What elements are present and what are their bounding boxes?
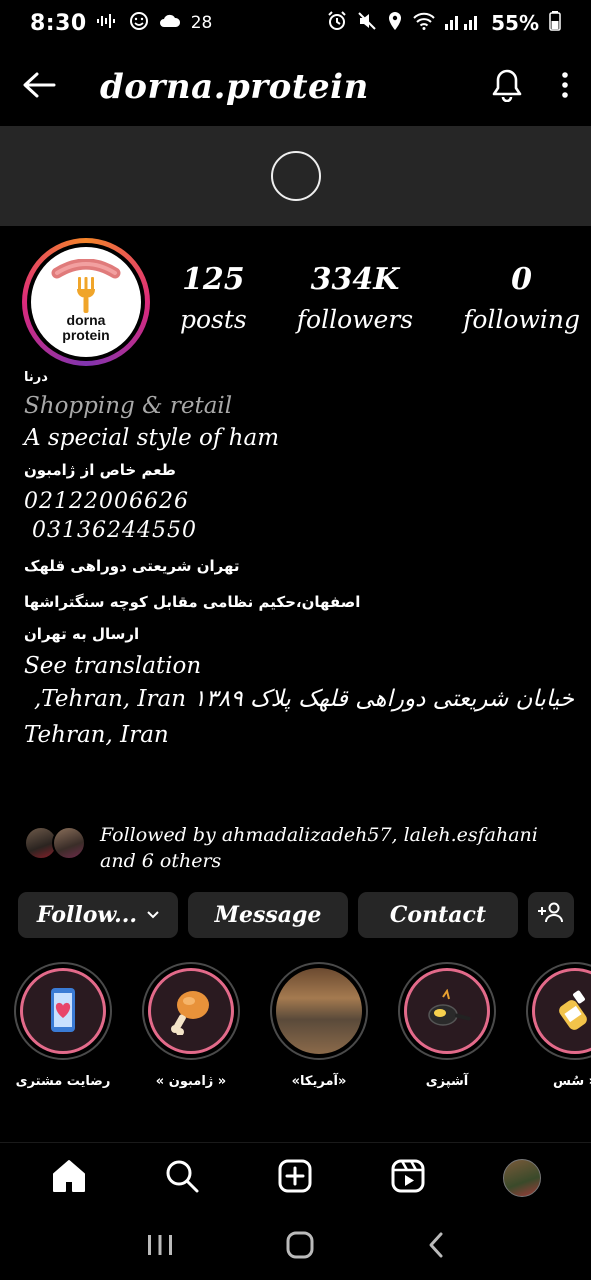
story-highlights: رضایت مشتری « ژامبون » «آمریکا» آشپزی « …: [0, 962, 591, 1102]
status-time: 8:30: [30, 10, 87, 36]
bio-line-english: A special style of ham: [24, 425, 279, 451]
highlight-label: رضایت مشتری: [15, 1074, 111, 1089]
brand-logo: dorna protein: [31, 247, 141, 357]
wifi-icon: [413, 12, 435, 35]
location-icon: [387, 11, 403, 36]
reels-icon[interactable]: [390, 1158, 426, 1198]
phone-heart-icon: [20, 968, 106, 1054]
see-translation-link[interactable]: See translation: [24, 653, 574, 679]
message-button[interactable]: Message: [188, 892, 348, 938]
highlight-label: آشپزی: [425, 1074, 469, 1089]
chevron-down-icon: [147, 907, 159, 923]
back-arrow-icon[interactable]: [22, 71, 56, 103]
drumstick-icon: [148, 968, 234, 1054]
bell-icon[interactable]: [491, 68, 523, 106]
sausage-fork-icon: [51, 259, 121, 313]
stat-followers[interactable]: 334K followers: [297, 262, 413, 334]
logo-text-line1: dorna: [66, 312, 106, 328]
pan-icon: [404, 968, 490, 1054]
add-person-icon: [538, 901, 564, 929]
profile-username: dorna.protein: [100, 67, 369, 107]
stat-posts[interactable]: 125 posts: [180, 262, 247, 334]
following-dropdown-button[interactable]: Follow...: [18, 892, 178, 938]
followed-by[interactable]: Followed by ahmadalizadeh57, laleh.esfah…: [24, 822, 569, 874]
battery-icon: [549, 10, 561, 36]
mute-icon: [357, 11, 377, 36]
emoji-icon: [129, 11, 149, 36]
logo-text-line2: protein: [62, 327, 110, 343]
bio-line-persian: طعم خاص از ژامبون: [24, 461, 176, 479]
sauce-bottle-icon: [532, 968, 591, 1054]
bio-phone-2[interactable]: 03136244550: [24, 518, 574, 543]
contact-button-label: Contact: [389, 902, 487, 928]
status-bar: 8:30 28 55%: [0, 0, 591, 46]
bio-phone-1[interactable]: 02122006626: [24, 489, 574, 514]
highlight-item[interactable]: «آمریکا»: [264, 962, 374, 1089]
stat-following[interactable]: 0 following: [463, 262, 580, 334]
profile-stats: 125 posts 334K followers 0 following: [180, 262, 580, 334]
highlight-item[interactable]: آشپزی: [392, 962, 502, 1089]
recent-apps-icon[interactable]: [146, 1233, 174, 1261]
search-icon[interactable]: [164, 1158, 200, 1198]
message-button-label: Message: [214, 902, 322, 928]
temperature-text: 28: [190, 13, 213, 33]
voice-icon: [96, 12, 119, 34]
back-icon[interactable]: [426, 1231, 446, 1263]
followers-count: 334K: [310, 262, 400, 297]
profile-actions: Follow... Message Contact: [18, 892, 574, 938]
mutual-avatar-2: [52, 826, 86, 860]
followed-by-line-1: Followed by ahmadalizadeh57, laleh.esfah…: [100, 824, 538, 846]
suggested-accounts-button[interactable]: [528, 892, 574, 938]
profile-header: dorna.protein: [0, 52, 591, 122]
followed-by-line-2: and 6 others: [100, 850, 222, 872]
create-post-icon[interactable]: [277, 1158, 313, 1198]
highlight-label: « سُس: [552, 1074, 591, 1089]
bio-address-isfahan: اصفهان،حکیم نظامی مقابل کوچه سنگتراشها: [24, 593, 361, 611]
bio-delivery: ارسال به تهران: [24, 625, 140, 643]
alarm-icon: [327, 10, 347, 36]
followers-label: followers: [296, 305, 414, 334]
highlight-label: «آمریکا»: [291, 1074, 347, 1089]
mutual-followers-avatars: [24, 822, 90, 862]
follow-button-label: Follow...: [36, 902, 138, 928]
following-count: 0: [511, 262, 532, 297]
posts-label: posts: [180, 305, 247, 334]
contact-button[interactable]: Contact: [358, 892, 518, 938]
highlight-label: « ژامبون »: [155, 1074, 227, 1089]
loading-banner: [0, 126, 591, 226]
cloud-icon: [159, 12, 181, 34]
home-icon[interactable]: [51, 1159, 87, 1197]
profile-category: Shopping & retail: [24, 393, 233, 419]
profile-location[interactable]: خیابان شریعتی دوراهی قلهک پلاک ۱۳۸۹ Tehr…: [24, 681, 574, 753]
loading-spinner-icon: [270, 151, 321, 201]
signal-icon: [445, 12, 481, 35]
system-navigation-bar: [0, 1214, 591, 1280]
bio-address-tehran: تهران شریعتی دوراهی قلهک: [24, 557, 240, 575]
bottom-navigation: [0, 1142, 591, 1212]
followed-by-text: Followed by ahmadalizadeh57, laleh.esfah…: [100, 822, 538, 874]
food-photo: [276, 968, 362, 1054]
profile-avatar[interactable]: dorna protein: [22, 238, 150, 366]
location-line-1: خیابان شریعتی دوراهی قلهک پلاک ۱۳۸۹ Tehr…: [33, 686, 574, 712]
battery-percent: 55%: [491, 11, 539, 35]
home-button-icon[interactable]: [285, 1230, 315, 1264]
profile-bio: درنا Shopping & retail A special style o…: [24, 370, 574, 753]
more-options-icon[interactable]: [561, 71, 569, 103]
profile-tab-avatar[interactable]: [502, 1158, 541, 1197]
following-label: following: [463, 305, 580, 334]
profile-name: درنا: [24, 370, 48, 385]
highlight-item[interactable]: « ژامبون »: [136, 962, 246, 1089]
highlight-item[interactable]: « سُس: [520, 962, 591, 1089]
location-line-2: Tehran, Iran: [24, 722, 169, 748]
highlight-item[interactable]: رضایت مشتری: [8, 962, 118, 1089]
posts-count: 125: [182, 262, 245, 297]
